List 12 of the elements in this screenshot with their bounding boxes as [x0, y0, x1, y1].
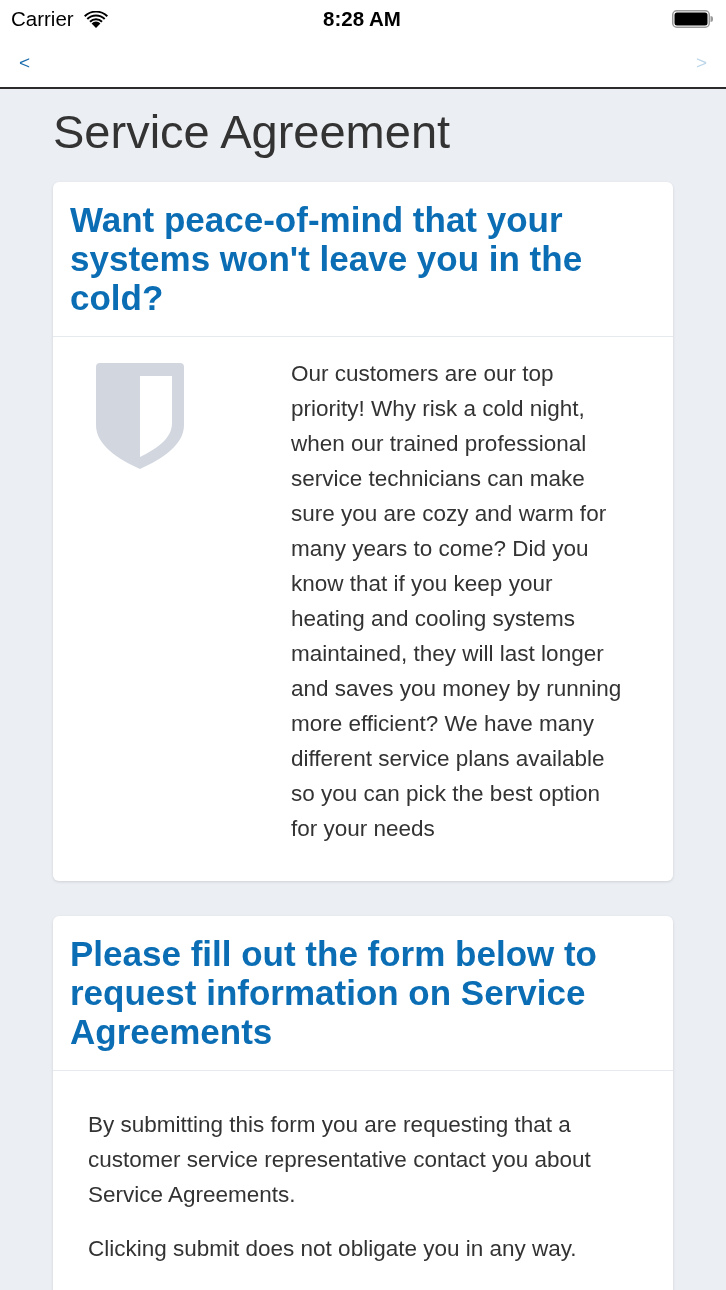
page-title: Service Agreement	[53, 104, 451, 160]
status-time: 8:28 AM	[323, 7, 401, 31]
body-paragraph: By submitting this form you are requesting that a customer service representative contact you about Service Agreements.	[88, 1111, 592, 1209]
back-button[interactable]: <	[14, 49, 36, 76]
shield-icon	[96, 363, 184, 469]
wifi-icon	[83, 10, 108, 28]
carrier-name: Carrier	[11, 7, 74, 31]
body-paragraph: Our customers are our top priority! Why risk a cold night, when our trained professional service technicians can make sure you are cozy and warm for many years to come? Did you know that if you keep your heating and cooling systems maintained, they will last longer and saves you money by running more efficient? We have many different service plans available so you can pick the best option for your needs	[291, 360, 623, 843]
battery-icon	[672, 10, 713, 28]
card-heading: Want peace-of-mind that your systems won't leave you in the cold?	[70, 200, 584, 317]
card-heading: Please fill out the form below to request information on Service Agreements	[70, 934, 598, 1051]
body-paragraph: Clicking submit does not obligate you in any way.	[88, 1235, 578, 1263]
